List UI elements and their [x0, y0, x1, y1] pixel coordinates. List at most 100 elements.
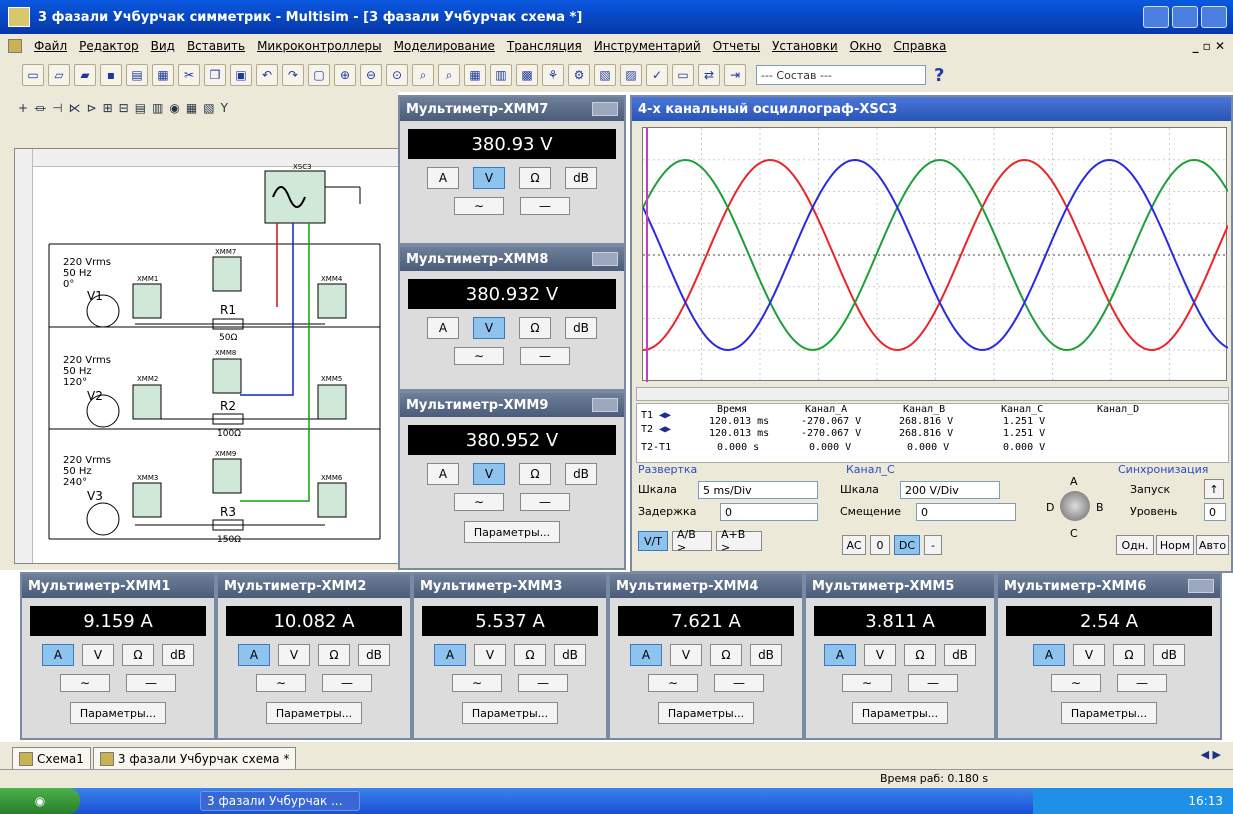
- sweep-delay-field[interactable]: 0: [720, 503, 818, 521]
- mdi-controls[interactable]: _ ▫ ✕: [1192, 39, 1225, 53]
- volt-button[interactable]: V: [473, 317, 505, 339]
- sweep-scale-field[interactable]: 5 ms/Div: [698, 481, 818, 499]
- grapher-icon[interactable]: ▧: [594, 64, 616, 86]
- ac-button[interactable]: ∼: [1051, 674, 1101, 692]
- params-button[interactable]: Параметры...: [462, 702, 558, 724]
- undo-icon[interactable]: ↶: [256, 64, 278, 86]
- misc-icon[interactable]: ▧: [203, 101, 214, 115]
- ac-coupling-button[interactable]: AC: [842, 535, 866, 555]
- zoom-fit-icon[interactable]: ⌕: [412, 64, 434, 86]
- menu-view[interactable]: Вид: [151, 39, 175, 53]
- open-icon[interactable]: ▱: [48, 64, 70, 86]
- t2-arrows[interactable]: ◀▶: [659, 424, 671, 435]
- spreadsheet-icon[interactable]: ▦: [464, 64, 486, 86]
- postprocessor-icon[interactable]: ▨: [620, 64, 642, 86]
- dc-button[interactable]: —: [1117, 674, 1167, 692]
- power-icon[interactable]: ▦: [186, 101, 197, 115]
- search-icon[interactable]: ⌕: [438, 64, 460, 86]
- multimeter-xmm9-window[interactable]: Мультиметр-XMM9 380.952 V A V ΩdB ∼ — Парам…: [398, 391, 626, 570]
- channel-knob[interactable]: A B C D: [1046, 475, 1106, 540]
- dc-button[interactable]: —: [518, 674, 568, 692]
- save-icon[interactable]: ▪: [100, 64, 122, 86]
- analog-icon[interactable]: ⊳: [87, 101, 97, 115]
- indicator-icon[interactable]: ◉: [169, 101, 179, 115]
- db-button[interactable]: dB: [565, 463, 597, 485]
- taskbar-item[interactable]: 3 фазали Учбурчак ...: [200, 791, 360, 811]
- multimeter-xmm3-window[interactable]: Мультиметр-XMM3 5.537 A A V ΩdB ∼ — Парамет…: [412, 572, 608, 740]
- ultiboard-icon[interactable]: ▭: [672, 64, 694, 86]
- volt-button[interactable]: V: [473, 463, 505, 485]
- edge-button[interactable]: ↑: [1204, 479, 1224, 499]
- menu-simulate[interactable]: Моделирование: [394, 39, 495, 53]
- invert-button[interactable]: -: [924, 535, 942, 555]
- backannotate-icon[interactable]: ⇄: [698, 64, 720, 86]
- grid-icon[interactable]: ▩: [516, 64, 538, 86]
- zoom-area-icon[interactable]: ⊙: [386, 64, 408, 86]
- oscilloscope-window[interactable]: 4-х канальный осциллограф-XSC3 T1 T2 T2-…: [630, 95, 1233, 573]
- multimeter-xmm2-window[interactable]: Мультиметр-XMM2 10.082 A A V ΩdB ∼ — Параме…: [216, 572, 412, 740]
- mixed-icon[interactable]: ▥: [152, 101, 163, 115]
- component-icon[interactable]: ⚙: [568, 64, 590, 86]
- knob-icon[interactable]: [1060, 491, 1090, 521]
- multimeter-xmm5-window[interactable]: Мультиметр-XMM5 3.811 A A V ΩdB ∼ — Парамет…: [804, 572, 996, 740]
- misc-digital-icon[interactable]: ▤: [135, 101, 146, 115]
- zero-coupling-button[interactable]: 0: [870, 535, 890, 555]
- minimize-button[interactable]: [1143, 6, 1169, 28]
- channel-offset-field[interactable]: 0: [916, 503, 1016, 521]
- params-button[interactable]: Параметры...: [1061, 702, 1157, 724]
- params-button[interactable]: Параметры...: [852, 702, 948, 724]
- dc-button[interactable]: —: [520, 197, 570, 215]
- channel-scale-field[interactable]: 200 V/Div: [900, 481, 1000, 499]
- zoom-out-icon[interactable]: ⊖: [360, 64, 382, 86]
- component-combo[interactable]: --- Состав ---: [756, 65, 926, 85]
- multimeter-xmm8-window[interactable]: Мультиметр-XMM8 380.932 V A V ΩdB ∼ —: [398, 245, 626, 391]
- zoom-in-icon[interactable]: ⊕: [334, 64, 356, 86]
- maximize-button[interactable]: [1172, 6, 1198, 28]
- multimeter-xmm6-window[interactable]: Мультиметр-XMM6 2.54 A A V ΩdB ∼ — Параметр…: [996, 572, 1222, 740]
- ohm-button[interactable]: Ω: [519, 463, 551, 485]
- help-icon[interactable]: ?: [934, 65, 944, 86]
- diode-icon[interactable]: ⊣: [52, 101, 62, 115]
- ac-button[interactable]: ∼: [842, 674, 892, 692]
- ac-button[interactable]: ∼: [454, 197, 504, 215]
- rf-icon[interactable]: Y: [221, 101, 228, 115]
- basic-icon[interactable]: ⏛: [34, 100, 46, 117]
- schematic-canvas[interactable]: 220 Vrms 50 Hz 0° V1 220 Vrms 50 Hz 120°…: [14, 148, 399, 564]
- ohm-button[interactable]: Ω: [710, 644, 742, 666]
- ac-button[interactable]: ∼: [256, 674, 306, 692]
- db-button[interactable]: dB: [750, 644, 782, 666]
- dc-button[interactable]: —: [520, 347, 570, 365]
- volt-button[interactable]: V: [864, 644, 896, 666]
- print-icon[interactable]: ▤: [126, 64, 148, 86]
- volt-button[interactable]: V: [473, 167, 505, 189]
- volt-button[interactable]: V: [1073, 644, 1105, 666]
- tab-nav-arrows[interactable]: ◀ ▶: [1201, 748, 1221, 761]
- ttl-icon[interactable]: ⊞: [103, 101, 113, 115]
- menu-window[interactable]: Окно: [850, 39, 882, 53]
- params-button[interactable]: Параметры...: [70, 702, 166, 724]
- ab-button[interactable]: A/B >: [672, 528, 712, 554]
- amp-button[interactable]: A: [824, 644, 856, 666]
- menu-insert[interactable]: Вставить: [187, 39, 245, 53]
- t1-arrows[interactable]: ◀▶: [659, 410, 671, 421]
- erc-icon[interactable]: ✓: [646, 64, 668, 86]
- minimize-button[interactable]: [1188, 579, 1214, 593]
- fullscreen-icon[interactable]: ▢: [308, 64, 330, 86]
- amp-button[interactable]: A: [1033, 644, 1065, 666]
- single-button[interactable]: Одн.: [1116, 535, 1154, 555]
- paste-icon[interactable]: ▣: [230, 64, 252, 86]
- amp-button[interactable]: A: [427, 167, 459, 189]
- hierarchy-icon[interactable]: ⚘: [542, 64, 564, 86]
- dc-button[interactable]: —: [520, 493, 570, 511]
- redo-icon[interactable]: ↷: [282, 64, 304, 86]
- menu-reports[interactable]: Отчеты: [713, 39, 760, 53]
- volt-button[interactable]: V: [670, 644, 702, 666]
- multimeter-xmm1-window[interactable]: Мультиметр-XMM1 9.159 A A V ΩdB ∼ — Парамет…: [20, 572, 216, 740]
- menu-edit[interactable]: Редактор: [79, 39, 138, 53]
- menu-mcu[interactable]: Микроконтроллеры: [257, 39, 382, 53]
- params-button[interactable]: Параметры...: [658, 702, 754, 724]
- menu-transfer[interactable]: Трансляция: [507, 39, 582, 53]
- cmos-icon[interactable]: ⊟: [119, 101, 129, 115]
- multimeter-xmm4-window[interactable]: Мультиметр-XMM4 7.621 A A V ΩdB ∼ — Парамет…: [608, 572, 804, 740]
- ohm-button[interactable]: Ω: [122, 644, 154, 666]
